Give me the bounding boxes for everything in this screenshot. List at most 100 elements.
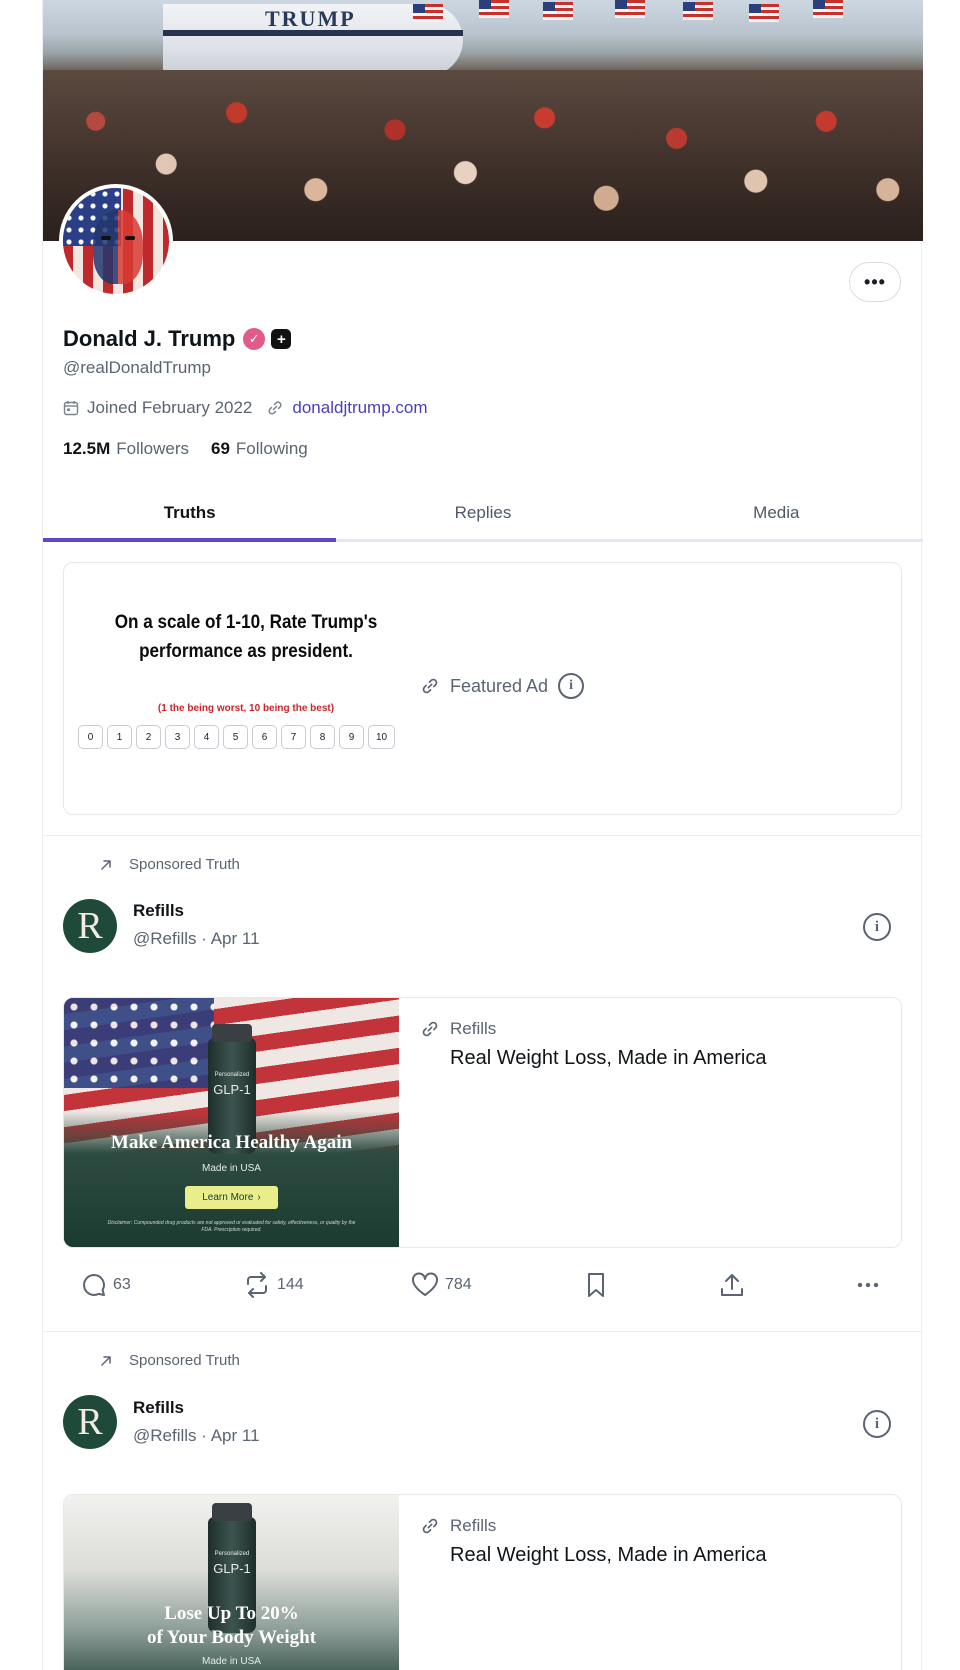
post-author[interactable]: Refills [133,901,184,921]
learn-more-button[interactable]: Learn More › [185,1186,278,1209]
tab-replies[interactable]: Replies [336,486,629,539]
poll-option[interactable]: 5 [223,725,248,749]
poll-option[interactable]: 1 [107,725,132,749]
profile-tabs: Truths Replies Media [43,486,923,542]
following-label[interactable]: Following [236,439,308,459]
poll-option[interactable]: 10 [368,725,395,749]
calendar-icon [63,401,79,416]
more-icon [857,1282,879,1288]
poll-title: On a scale of 1-10, Rate Trump's perform… [114,612,378,662]
reply-count: 63 [113,1276,131,1293]
ad-disclaimer: Disclaimer: Compounded drug products are… [107,1220,356,1233]
like-button[interactable]: 784 [411,1272,472,1298]
author-avatar[interactable]: R [63,899,117,953]
tab-media[interactable]: Media [630,486,923,539]
post-author[interactable]: Refills [133,1398,184,1418]
flag-icon [749,4,779,22]
poll-subtitle: (1 the being worst, 10 being the best) [157,703,335,714]
ad-image-headline: Lose Up To 20% [164,1603,299,1624]
profile-meta: Joined February 2022 donaldjtrump.com [63,398,428,418]
arrow-up-right-icon [101,859,111,870]
info-icon[interactable]: i [863,1410,891,1438]
link-icon [422,1021,438,1037]
link-icon [422,678,438,694]
verified-badge-icon: ✓ [243,328,266,350]
post-more-button[interactable] [855,1272,881,1298]
ad-image: Personalized GLP-1 Lose Up To 20% of You… [64,1495,399,1670]
profile-name-row: Donald J. Trump ✓ + [63,326,292,352]
ad-brand: Refills [450,1019,497,1038]
share-button[interactable] [719,1272,745,1298]
flag-icon [683,2,713,20]
profile-more-button[interactable]: ••• [849,262,901,302]
ad-image-headline: of Your Body Weight [146,1627,317,1648]
ad-headline: Real Weight Loss, Made in America [450,1544,767,1566]
page: TRUMP ••• Donald J. Trump ✓ + @realDonal… [0,0,960,1670]
ad-brand: Refills [450,1516,497,1535]
ad-text: Refills Real Weight Loss, Made in Americ… [420,1019,766,1070]
featured-ad-label: Featured Ad i [420,673,585,699]
link-icon [422,1518,438,1534]
poll-option[interactable]: 2 [136,725,161,749]
following-count[interactable]: 69 [211,439,230,459]
ad-image-sub: Made in USA [202,1656,261,1667]
joined-date: Joined February 2022 [87,398,253,417]
like-count: 784 [445,1276,472,1293]
profile-name: Donald J. Trump [63,326,236,351]
retruth-count: 144 [277,1276,304,1293]
banner-crowd [43,70,923,241]
share-icon [721,1274,743,1296]
plus-badge-icon: + [271,329,292,349]
featured-ad-card[interactable]: On a scale of 1-10, Rate Trump's perform… [63,562,902,815]
post-handle-date[interactable]: @Refills · Apr 11 [133,1426,260,1446]
banner-plane-text: TRUMP [265,6,356,31]
ad-image-headline: Make America Healthy Again [110,1132,353,1153]
flag-icon [479,0,509,18]
sponsored-label: Sponsored Truth [99,856,240,873]
poll-scale: 0 1 2 3 4 5 6 7 8 9 10 [78,725,395,749]
ad-headline: Real Weight Loss, Made in America [450,1047,767,1069]
comment-icon [83,1274,105,1296]
follow-stats: 12.5M Followers 69 Following [63,439,308,459]
link-icon [268,401,282,415]
ad-card[interactable]: Personalized GLP-1 Make America Healthy … [63,997,902,1248]
flag-icon [413,4,443,22]
avatar[interactable] [59,184,173,298]
info-icon[interactable]: i [558,673,585,699]
profile-column: TRUMP ••• Donald J. Trump ✓ + @realDonal… [42,0,923,1670]
heart-icon [412,1272,438,1296]
poll-option[interactable]: 4 [194,725,219,749]
flag-icon [543,2,573,20]
ad-text: Refills Real Weight Loss, Made in Americ… [420,1516,766,1567]
bookmark-button[interactable] [585,1272,607,1298]
poll-option[interactable]: 9 [339,725,364,749]
info-icon[interactable]: i [863,913,891,941]
poll-option[interactable]: 6 [252,725,277,749]
website-link[interactable]: donaldjtrump.com [292,398,427,418]
retruth-button[interactable]: 144 [243,1272,304,1298]
arrow-up-right-icon [101,1355,111,1366]
followers-label[interactable]: Followers [116,439,189,459]
author-avatar[interactable]: R [63,1395,117,1449]
followers-count[interactable]: 12.5M [63,439,110,459]
poll-option[interactable]: 3 [165,725,190,749]
chevron-right-icon: › [257,1192,261,1203]
ad-image: Personalized GLP-1 Make America Healthy … [64,998,399,1247]
ad-card[interactable]: Personalized GLP-1 Lose Up To 20% of You… [63,1494,902,1670]
bookmark-icon [588,1273,604,1297]
featured-ad-text: Featured Ad [450,675,549,696]
post-actions: 63 144 784 [43,1272,923,1312]
ad-image-sub: Made in USA [202,1163,261,1174]
post-handle-date[interactable]: @Refills · Apr 11 [133,929,260,949]
flag-icon [813,0,843,18]
poll-option[interactable]: 0 [78,725,103,749]
sponsored-label: Sponsored Truth [99,1352,240,1369]
reply-button[interactable]: 63 [81,1272,131,1298]
poll-option[interactable]: 7 [281,725,306,749]
poll-option[interactable]: 8 [310,725,335,749]
tab-truths[interactable]: Truths [43,486,337,542]
repost-icon [247,1272,267,1298]
profile-banner: TRUMP [43,0,923,241]
flag-icon [615,0,645,18]
profile-handle: @realDonaldTrump [63,358,211,377]
